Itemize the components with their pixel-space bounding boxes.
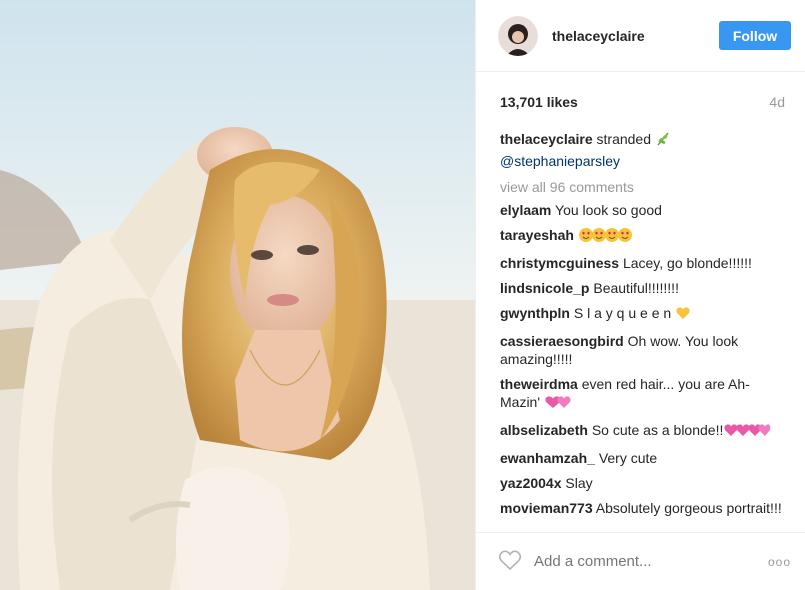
comment-text: Absolutely gorgeous portrait!!! (595, 500, 782, 516)
comment: elylaam You look so good (500, 201, 785, 219)
sparkling-heart-emoji-icon (723, 422, 771, 442)
comment-text: S l a y q u e e n (573, 305, 672, 321)
post-sidebar: thelaceyclaire Follow 13,701 likes 4d th… (475, 0, 805, 590)
post-username[interactable]: thelaceyclaire (552, 28, 719, 44)
comment-text: Very cute (598, 450, 658, 466)
comment-text: Slay (565, 475, 593, 491)
post-header: thelaceyclaire Follow (476, 0, 805, 72)
likes-count[interactable]: 13,701 likes (500, 94, 578, 110)
caption-mention[interactable]: @stephanieparsley (500, 153, 620, 169)
comment-username[interactable]: yaz2004x (500, 475, 562, 491)
comment-text: Lacey, go blonde!!!!!! (622, 255, 752, 271)
comment-text: So cute as a blonde!! (591, 422, 724, 438)
post-view: thelaceyclaire Follow 13,701 likes 4d th… (0, 0, 805, 590)
comment: gwynthpln S l a y q u e e n (500, 304, 785, 325)
comment: theweirdma even red hair... you are Ah-M… (500, 375, 785, 414)
more-options-icon[interactable]: ooo (768, 555, 791, 569)
herb-emoji-icon (655, 131, 671, 152)
post-age[interactable]: 4d (769, 94, 785, 110)
comment-footer: ooo (476, 532, 805, 590)
follow-button[interactable]: Follow (719, 21, 791, 50)
view-all-comments-link[interactable]: view all 96 comments (500, 179, 785, 195)
comment-username[interactable]: movieman773 (500, 500, 593, 516)
comment: ewanhamzah_ Very cute (500, 449, 785, 467)
comment: movieman773 Absolutely gorgeous portrait… (500, 499, 785, 517)
caption-username[interactable]: thelaceyclaire (500, 131, 593, 147)
comment-username[interactable]: elylaam (500, 202, 551, 218)
comments-list: thelaceyclaire stranded @stephanieparsle… (476, 130, 805, 532)
comment-username[interactable]: tarayeshah (500, 227, 574, 243)
comment-username[interactable]: gwynthpln (500, 305, 570, 321)
comment-text: Beautiful!!!!!!!! (593, 280, 679, 296)
caption-text: stranded (596, 131, 651, 147)
comment-username[interactable]: ewanhamzah_ (500, 450, 595, 466)
comment-username[interactable]: cassieraesongbird (500, 333, 624, 349)
comment: albselizabeth So cute as a blonde!! (500, 421, 785, 442)
post-meta: 13,701 likes 4d (476, 94, 805, 110)
post-photo[interactable] (0, 0, 475, 590)
heart-eyes-emoji-icon (578, 227, 632, 247)
sparkling-heart-emoji-icon (544, 394, 574, 414)
comment: christymcguiness Lacey, go blonde!!!!!! (500, 254, 785, 272)
avatar[interactable] (498, 15, 538, 56)
comment-username[interactable]: lindsnicole_p (500, 280, 589, 296)
comment-username[interactable]: albselizabeth (500, 422, 588, 438)
add-comment-input[interactable] (534, 553, 768, 570)
comment: yaz2004x Slay (500, 474, 785, 492)
comment: tarayeshah (500, 226, 785, 247)
portrait-image (0, 0, 475, 590)
yellow-heart-emoji-icon (675, 305, 691, 325)
comment-text: You look so good (555, 202, 662, 218)
heart-outline-icon[interactable] (498, 549, 522, 574)
comment-username[interactable]: theweirdma (500, 376, 578, 392)
comment: cassieraesongbird Oh wow. You look amazi… (500, 332, 785, 368)
comment-username[interactable]: christymcguiness (500, 255, 619, 271)
comment: lindsnicole_p Beautiful!!!!!!!! (500, 279, 785, 297)
post-caption: thelaceyclaire stranded @stephanieparsle… (500, 130, 785, 171)
